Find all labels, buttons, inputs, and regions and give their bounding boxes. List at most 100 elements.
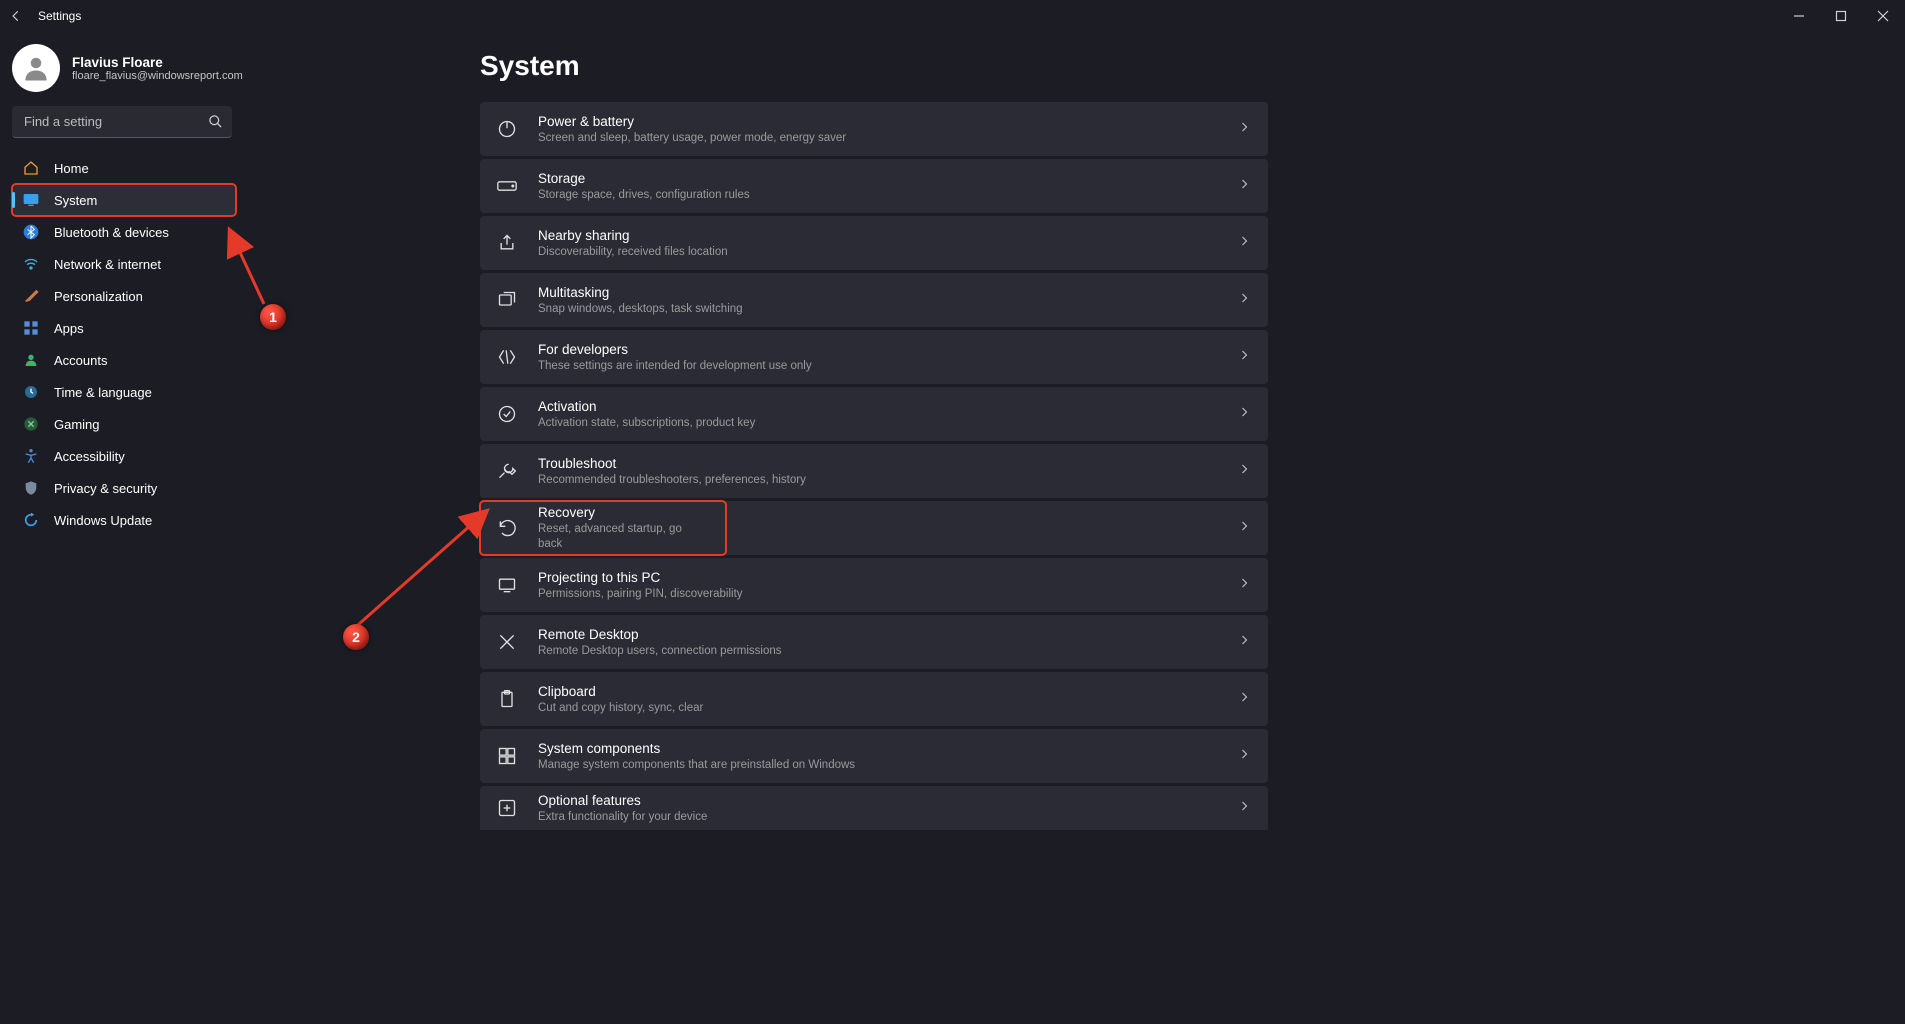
chevron-right-icon [1238, 462, 1250, 480]
setting-nearby-sharing[interactable]: Nearby sharing Discoverability, received… [480, 216, 1268, 270]
sidebar-item-label: Accessibility [54, 449, 125, 464]
main-content: System Power & battery Screen and sleep,… [280, 32, 1905, 830]
sidebar-item-privacy[interactable]: Privacy & security [12, 472, 236, 504]
sidebar-item-label: Accounts [54, 353, 107, 368]
chevron-right-icon [1238, 120, 1250, 138]
sidebar-item-personalization[interactable]: Personalization [12, 280, 236, 312]
page-title: System [480, 50, 1905, 82]
profile-row[interactable]: Flavius Floare floare_flavius@windowsrep… [12, 42, 268, 106]
remote-icon [496, 631, 518, 653]
accessibility-icon [22, 447, 40, 465]
sidebar-item-label: Apps [54, 321, 84, 336]
setting-storage[interactable]: Storage Storage space, drives, configura… [480, 159, 1268, 213]
setting-projecting[interactable]: Projecting to this PC Permissions, pairi… [480, 558, 1268, 612]
share-icon [496, 232, 518, 254]
sidebar: Flavius Floare floare_flavius@windowsrep… [0, 32, 280, 830]
chevron-right-icon [1238, 177, 1250, 195]
sidebar-item-gaming[interactable]: Gaming [12, 408, 236, 440]
troubleshoot-icon [496, 460, 518, 482]
setting-desc: Permissions, pairing PIN, discoverabilit… [538, 587, 1238, 602]
setting-title: Remote Desktop [538, 626, 1238, 644]
setting-title: Optional features [538, 792, 1238, 810]
sidebar-item-time[interactable]: Time & language [12, 376, 236, 408]
chevron-right-icon [1238, 405, 1250, 423]
sidebar-item-update[interactable]: Windows Update [12, 504, 236, 536]
setting-desc: Activation state, subscriptions, product… [538, 416, 1238, 431]
home-icon [22, 159, 40, 177]
chevron-right-icon [1238, 234, 1250, 252]
setting-title: Clipboard [538, 683, 1238, 701]
wifi-icon [22, 255, 40, 273]
chevron-right-icon [1238, 348, 1250, 366]
recovery-icon [496, 517, 518, 539]
setting-power-battery[interactable]: Power & battery Screen and sleep, batter… [480, 102, 1268, 156]
setting-desc: Manage system components that are preins… [538, 758, 1238, 773]
nav-list: Home System Bluetooth & devices Network … [12, 152, 268, 536]
activation-icon [496, 403, 518, 425]
setting-troubleshoot[interactable]: Troubleshoot Recommended troubleshooters… [480, 444, 1268, 498]
setting-multitasking[interactable]: Multitasking Snap windows, desktops, tas… [480, 273, 1268, 327]
chevron-right-icon [1238, 291, 1250, 309]
titlebar: Settings [0, 0, 1905, 32]
bluetooth-icon [22, 223, 40, 241]
setting-desc: Discoverability, received files location [538, 245, 1238, 260]
chevron-right-icon [1238, 690, 1250, 708]
chevron-right-icon [1238, 633, 1250, 651]
maximize-button[interactable] [1827, 6, 1855, 26]
power-icon [496, 118, 518, 140]
sidebar-item-accessibility[interactable]: Accessibility [12, 440, 236, 472]
setting-desc: Cut and copy history, sync, clear [538, 701, 1238, 716]
sidebar-item-accounts[interactable]: Accounts [12, 344, 236, 376]
sidebar-item-label: System [54, 193, 97, 208]
profile-email: floare_flavius@windowsreport.com [72, 70, 243, 82]
sidebar-item-system[interactable]: System [12, 184, 236, 216]
search-input[interactable] [12, 106, 232, 138]
sidebar-item-label: Windows Update [54, 513, 152, 528]
back-button[interactable] [8, 8, 24, 24]
dev-icon [496, 346, 518, 368]
gaming-icon [22, 415, 40, 433]
sidebar-item-label: Network & internet [54, 257, 161, 272]
optional-icon [496, 797, 518, 819]
avatar [12, 44, 60, 92]
minimize-button[interactable] [1785, 6, 1813, 26]
account-icon [22, 351, 40, 369]
sidebar-item-apps[interactable]: Apps [12, 312, 236, 344]
close-button[interactable] [1869, 6, 1897, 26]
setting-recovery[interactable]: Recovery Reset, advanced startup, go bac… [480, 501, 726, 555]
setting-clipboard[interactable]: Clipboard Cut and copy history, sync, cl… [480, 672, 1268, 726]
chevron-right-icon [1238, 576, 1250, 594]
setting-remote-desktop[interactable]: Remote Desktop Remote Desktop users, con… [480, 615, 1268, 669]
setting-desc: Recommended troubleshooters, preferences… [538, 473, 1238, 488]
setting-activation[interactable]: Activation Activation state, subscriptio… [480, 387, 1268, 441]
system-icon [22, 191, 40, 209]
app-title: Settings [38, 9, 81, 23]
setting-title: Power & battery [538, 113, 1238, 131]
clipboard-icon [496, 688, 518, 710]
sidebar-item-bluetooth[interactable]: Bluetooth & devices [12, 216, 236, 248]
setting-system-components[interactable]: System components Manage system componen… [480, 729, 1268, 783]
setting-desc: Screen and sleep, battery usage, power m… [538, 131, 1238, 146]
brush-icon [22, 287, 40, 305]
setting-desc: Storage space, drives, configuration rul… [538, 188, 1238, 203]
apps-icon [22, 319, 40, 337]
settings-list: Power & battery Screen and sleep, batter… [480, 102, 1268, 830]
sidebar-item-label: Time & language [54, 385, 152, 400]
setting-optional-features[interactable]: Optional features Extra functionality fo… [480, 786, 1268, 830]
clock-icon [22, 383, 40, 401]
setting-for-developers[interactable]: For developers These settings are intend… [480, 330, 1268, 384]
chevron-right-icon [1238, 747, 1250, 765]
setting-title: Recovery [538, 504, 708, 522]
sidebar-item-label: Bluetooth & devices [54, 225, 169, 240]
sidebar-item-label: Gaming [54, 417, 100, 432]
setting-title: For developers [538, 341, 1238, 359]
sidebar-item-home[interactable]: Home [12, 152, 236, 184]
shield-icon [22, 479, 40, 497]
setting-title: Multitasking [538, 284, 1238, 302]
sidebar-item-network[interactable]: Network & internet [12, 248, 236, 280]
setting-title: Projecting to this PC [538, 569, 1238, 587]
setting-title: System components [538, 740, 1238, 758]
multitask-icon [496, 289, 518, 311]
setting-desc: Reset, advanced startup, go back [538, 522, 708, 552]
setting-desc: Snap windows, desktops, task switching [538, 302, 1238, 317]
